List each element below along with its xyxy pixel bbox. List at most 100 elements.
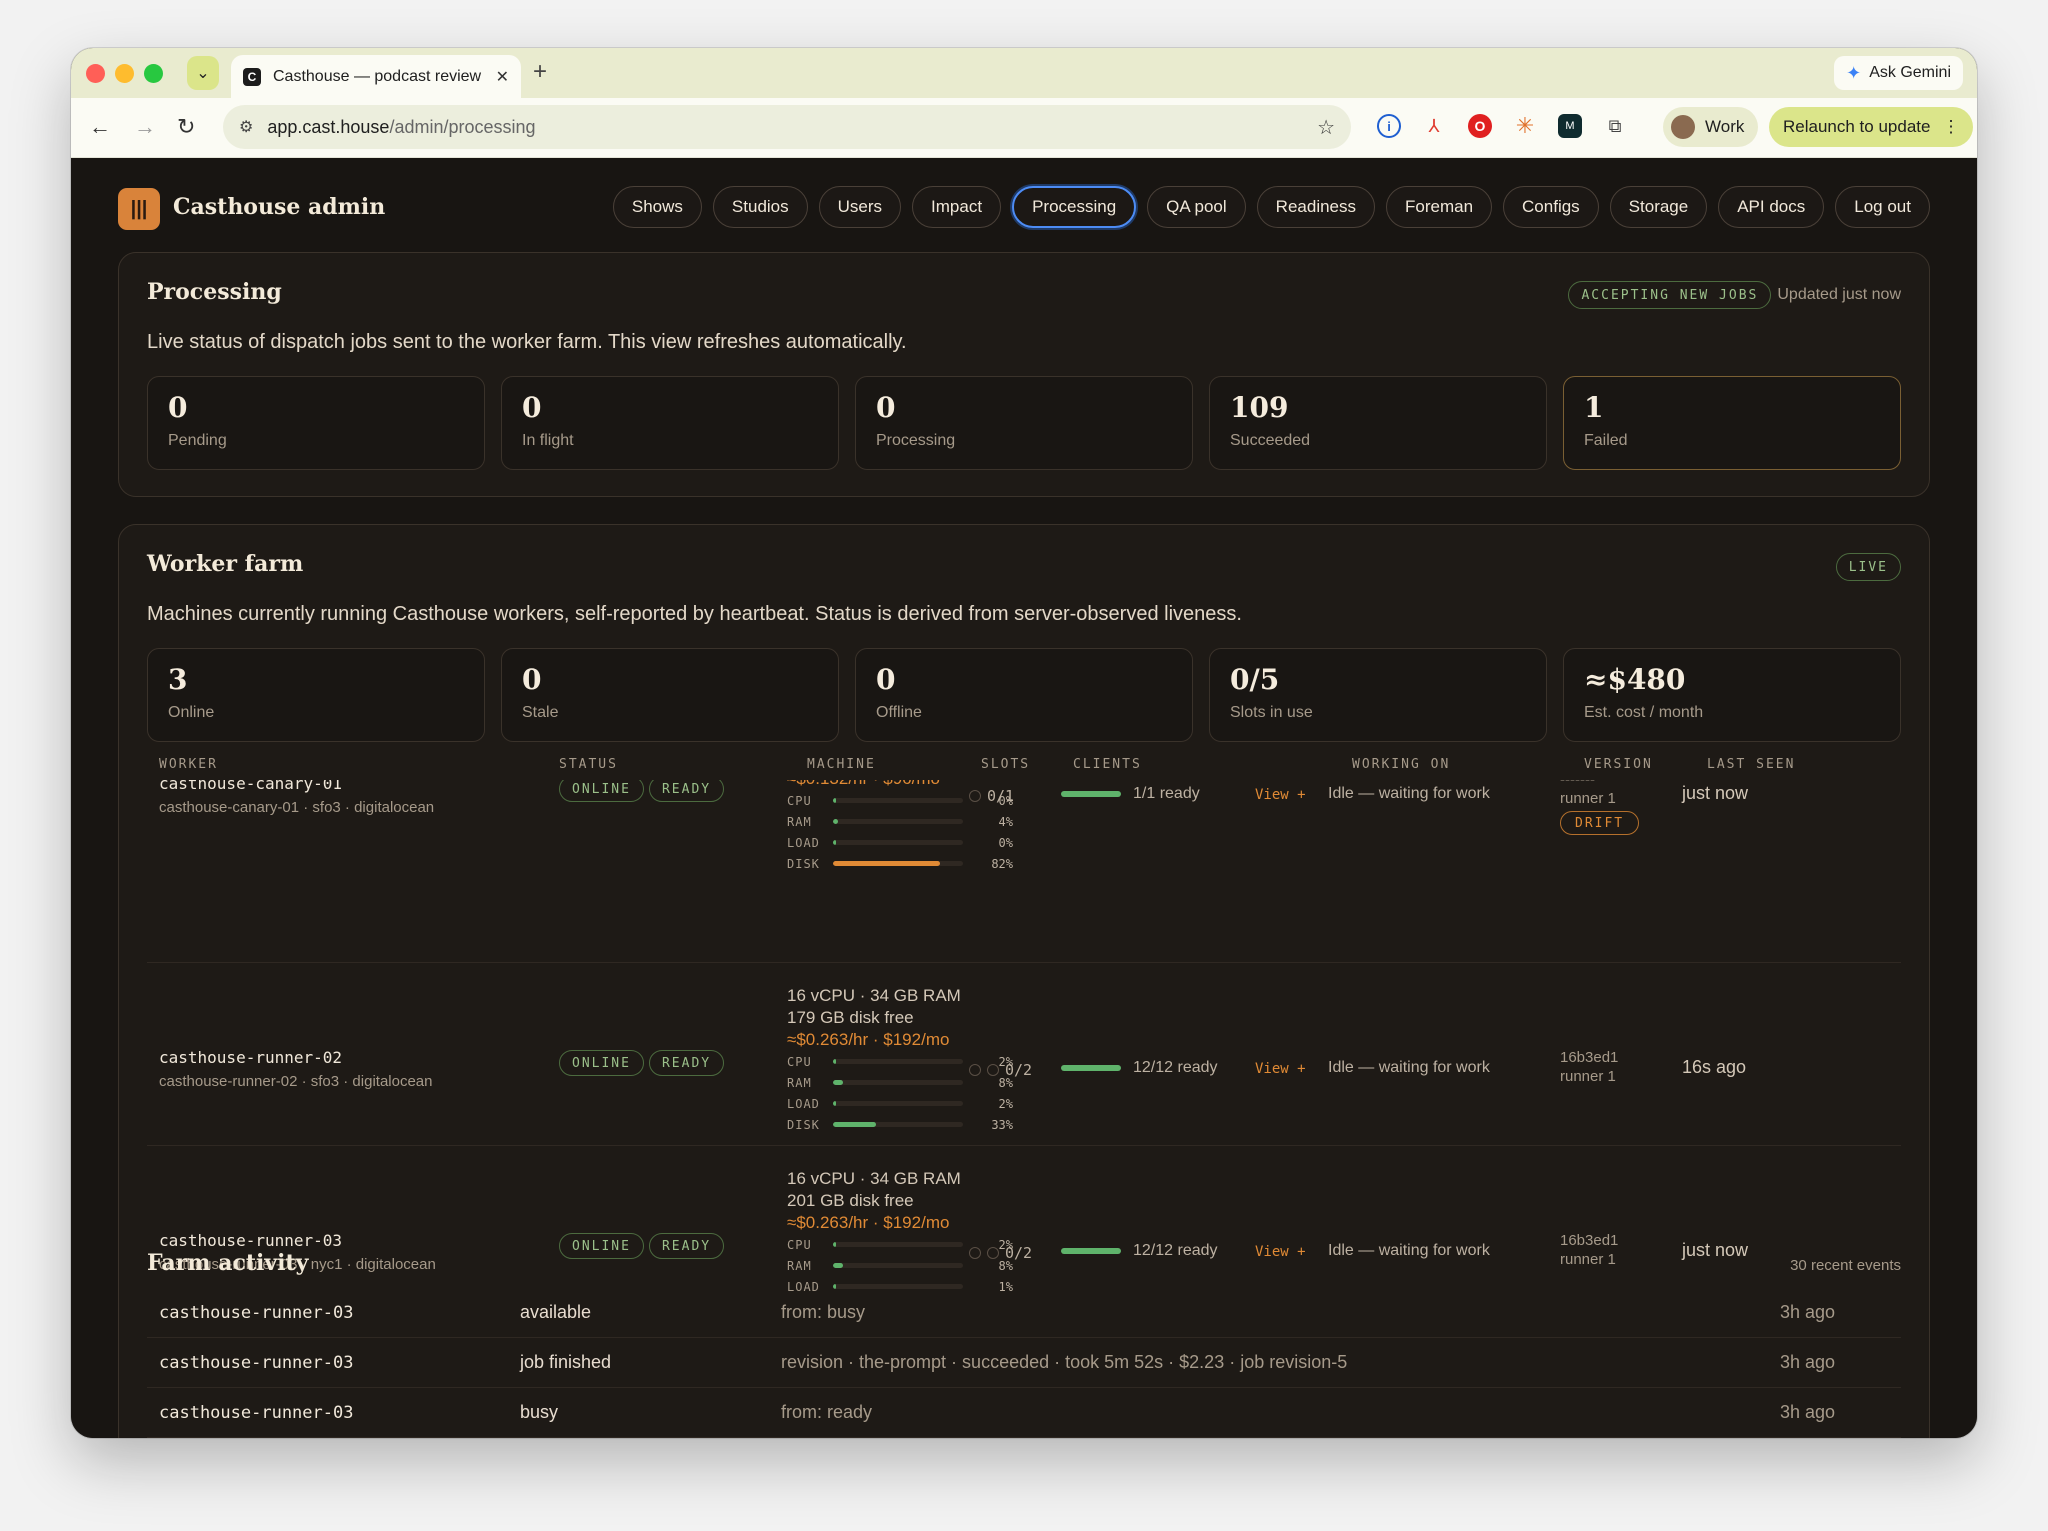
view-clients-link[interactable]: View + (1255, 1061, 1306, 1077)
clients-cell: 12/12 ready (1061, 1242, 1218, 1260)
worker-name[interactable]: casthouse-canary-01 (159, 780, 434, 793)
slot-icon (987, 1064, 999, 1076)
status-cell: ONLINE READY (559, 780, 729, 802)
version-hash: ------- (1560, 780, 1639, 789)
slot-icon (987, 1247, 999, 1259)
password-manager-extension-icon[interactable]: i (1377, 114, 1401, 138)
metric-bar (833, 1263, 963, 1268)
back-arrow-icon[interactable]: ← (89, 114, 111, 140)
metric-ram: RAM 4% (787, 811, 1013, 832)
status-cell: ONLINE READY (559, 1233, 729, 1259)
metric-disk: DISK 82% (787, 853, 1013, 874)
column-header-version: VERSION (1584, 757, 1653, 772)
metric-value: 4% (998, 814, 1013, 829)
site-settings-icon[interactable]: ⚙ (239, 117, 253, 137)
stat-card-stale: 0 Stale (501, 648, 839, 742)
metric-bar (833, 1059, 963, 1064)
metric-bar-fill (833, 1263, 844, 1268)
processing-status: ACCEPTING NEW JOBS Updated just now (1568, 281, 1901, 309)
nav-readiness[interactable]: Readiness (1256, 186, 1375, 228)
clients-bar (1061, 1065, 1121, 1071)
worker-farm-card: Worker farm LIVE Machines currently runn… (118, 524, 1930, 1438)
pdf-extension-icon[interactable]: ⅄ (1422, 114, 1446, 138)
nav-storage[interactable]: Storage (1609, 186, 1708, 228)
view-clients-link[interactable]: View + (1255, 1244, 1306, 1260)
ask-gemini-label: Ask Gemini (1869, 64, 1951, 81)
column-header-machine: MACHINE (807, 757, 876, 772)
accepting-jobs-badge: ACCEPTING NEW JOBS (1568, 281, 1772, 309)
metric-bar-fill (833, 1080, 844, 1085)
view-clients-link[interactable]: View + (1255, 787, 1306, 803)
worker-name[interactable]: casthouse-runner-02 (159, 1048, 433, 1067)
stat-value: 0 (168, 391, 188, 424)
activity-worker[interactable]: casthouse-runner-03 (159, 1353, 353, 1373)
gemini-icon: ✦ (1846, 62, 1862, 83)
forward-arrow-icon[interactable]: → (134, 114, 156, 140)
nav-users[interactable]: Users (818, 186, 902, 228)
worker-farm-description: Machines currently running Casthouse wor… (147, 603, 1242, 625)
stat-label: Pending (168, 431, 227, 449)
browser-tab[interactable]: C Casthouse — podcast review ✕ (231, 55, 521, 98)
address-bar[interactable]: ⚙ app.cast.house/admin/processing ☆ (223, 105, 1351, 149)
metric-bar-fill (833, 1242, 836, 1247)
dark-extension-icon[interactable]: M (1558, 114, 1582, 138)
relaunch-button[interactable]: Relaunch to update ⋮ (1769, 107, 1974, 147)
tab-search-button[interactable]: ⌄ (187, 56, 219, 90)
nav-processing[interactable]: Processing (1012, 186, 1137, 228)
metric-load: LOAD 0% (787, 832, 1013, 853)
activity-row: casthouse-runner-03 job finished revision … (147, 1338, 1901, 1388)
url-text[interactable]: app.cast.house/admin/processing (267, 117, 1317, 138)
browser-window: ⌄ C Casthouse — podcast review ✕ + ✦ Ask… (71, 48, 1977, 1438)
maximize-window-button[interactable] (144, 64, 163, 83)
minimize-window-button[interactable] (115, 64, 134, 83)
machine-price: ≈$0.263/hr · $192/mo (787, 1030, 950, 1049)
activity-event: busy (520, 1402, 559, 1422)
nav-shows[interactable]: Shows (612, 186, 702, 228)
stat-card-processing: 0 Processing (855, 376, 1193, 470)
more-vert-icon[interactable]: ⋮ (1942, 117, 1959, 137)
close-window-button[interactable] (86, 64, 105, 83)
status-badge-online: ONLINE (559, 1050, 644, 1076)
activity-worker[interactable]: casthouse-runner-03 (159, 1403, 353, 1423)
metric-load: LOAD 2% (787, 1093, 1013, 1114)
clients-value: 1/1 ready (1133, 785, 1200, 802)
nav-api-docs[interactable]: API docs (1718, 186, 1825, 228)
version-runner: runner 1 (1560, 1251, 1616, 1268)
nav-impact[interactable]: Impact (912, 186, 1002, 228)
metric-bar (833, 819, 963, 824)
version-cell: 16b3ed1 runner 1 (1560, 1231, 1618, 1269)
column-header-clients: CLIENTS (1073, 757, 1142, 772)
stat-label: Est. cost / month (1584, 703, 1704, 721)
stat-label: Failed (1584, 431, 1628, 449)
bookmark-star-icon[interactable]: ☆ (1317, 115, 1335, 140)
nav-studios[interactable]: Studios (712, 186, 808, 228)
status-badge-online: ONLINE (559, 1233, 644, 1259)
metric-bar (833, 1122, 963, 1127)
metric-bar-fill (833, 1101, 836, 1106)
stat-value: 0 (522, 663, 542, 696)
machine-disk: 179 GB disk free (787, 1008, 914, 1027)
slots-cell: 0/2 (969, 1061, 1032, 1079)
opera-extension-icon[interactable]: O (1468, 114, 1492, 138)
activity-worker[interactable]: casthouse-runner-03 (159, 1303, 353, 1323)
nav-configs[interactable]: Configs (1503, 186, 1599, 228)
nav-log-out[interactable]: Log out (1835, 186, 1930, 228)
stat-card-est-cost-month: ≈$480 Est. cost / month (1563, 648, 1901, 742)
ask-gemini-button[interactable]: ✦ Ask Gemini (1834, 56, 1963, 90)
stat-card-offline: 0 Offline (855, 648, 1193, 742)
tab-title: Casthouse — podcast review (273, 67, 482, 85)
metric-bar-fill (833, 819, 839, 824)
close-tab-icon[interactable]: ✕ (496, 67, 509, 87)
new-tab-button[interactable]: + (533, 58, 547, 86)
machine-spec: 16 vCPU · 34 GB RAM (787, 986, 961, 1005)
sparkle-extension-icon[interactable]: ✳ (1513, 113, 1537, 138)
nav-foreman[interactable]: Foreman (1386, 186, 1493, 228)
worker-name[interactable]: casthouse-runner-03 (159, 1231, 436, 1250)
nav-qa-pool[interactable]: QA pool (1147, 186, 1246, 228)
profile-button[interactable]: Work (1663, 107, 1759, 147)
column-header-working-on: WORKING ON (1352, 757, 1451, 772)
browser-tab-bar: ⌄ C Casthouse — podcast review ✕ + ✦ Ask… (71, 48, 1977, 98)
extensions-puzzle-icon[interactable]: ⧉ (1603, 114, 1627, 138)
activity-detail: revision · the-prompt · succeeded · took… (781, 1352, 1348, 1372)
reload-icon[interactable]: ↻ (177, 114, 195, 140)
